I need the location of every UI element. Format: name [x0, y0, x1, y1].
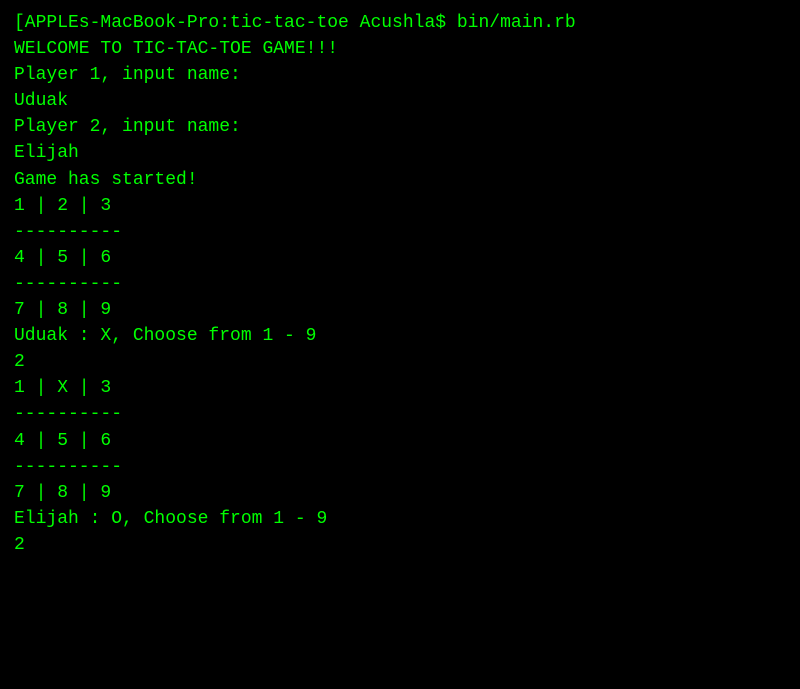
terminal-line: ----------	[14, 454, 786, 480]
terminal-line: 4 | 5 | 6	[14, 245, 786, 271]
terminal-line: 2	[14, 349, 786, 375]
terminal-line: ----------	[14, 271, 786, 297]
terminal-line: [APPLEs-MacBook-Pro:tic-tac-toe Acushla$…	[14, 10, 786, 36]
terminal-line: Game has started!	[14, 167, 786, 193]
terminal-container: [APPLEs-MacBook-Pro:tic-tac-toe Acushla$…	[14, 10, 786, 558]
terminal-line: 1 | X | 3	[14, 375, 786, 401]
terminal-line: Player 2, input name:	[14, 114, 786, 140]
terminal-line: Elijah : O, Choose from 1 - 9	[14, 506, 786, 532]
terminal-line: Player 1, input name:	[14, 62, 786, 88]
terminal-line: ----------	[14, 219, 786, 245]
terminal-line: 4 | 5 | 6	[14, 428, 786, 454]
terminal-line: 7 | 8 | 9	[14, 480, 786, 506]
terminal-line: ----------	[14, 401, 786, 427]
terminal-line: 7 | 8 | 9	[14, 297, 786, 323]
terminal-line: WELCOME TO TIC-TAC-TOE GAME!!!	[14, 36, 786, 62]
terminal-line: 2	[14, 532, 786, 558]
terminal-line: 1 | 2 | 3	[14, 193, 786, 219]
terminal-line: Uduak : X, Choose from 1 - 9	[14, 323, 786, 349]
terminal-line: Elijah	[14, 140, 786, 166]
terminal-line: Uduak	[14, 88, 786, 114]
